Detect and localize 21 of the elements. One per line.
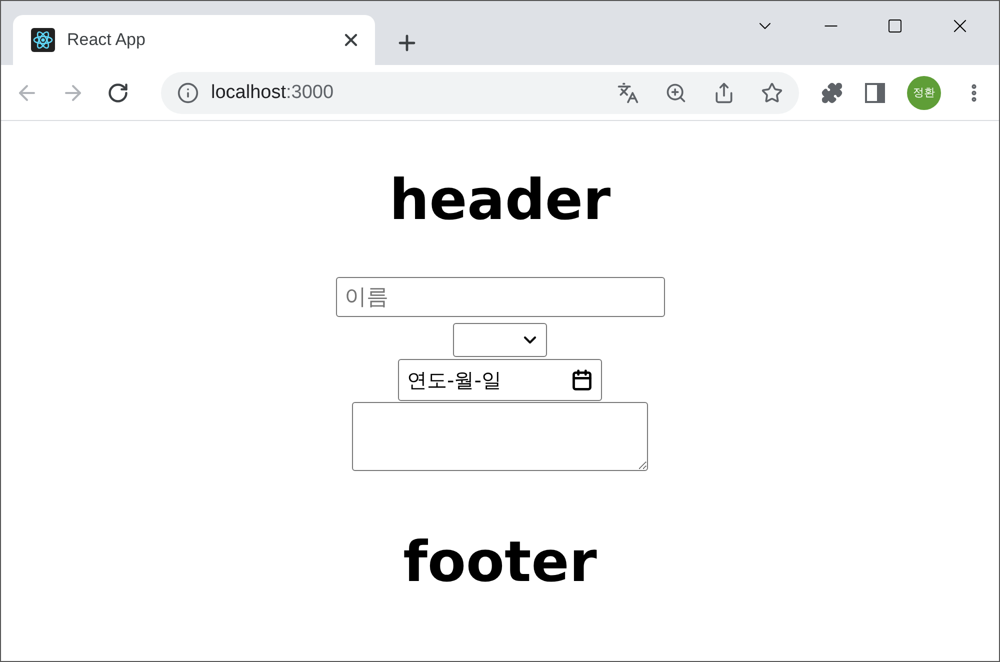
maximize-icon[interactable] bbox=[887, 18, 903, 34]
text-area[interactable] bbox=[352, 402, 648, 471]
name-field[interactable]: 이름 bbox=[336, 277, 664, 317]
star-icon[interactable] bbox=[761, 82, 783, 104]
puzzle-icon[interactable] bbox=[821, 82, 843, 104]
reload-icon[interactable] bbox=[107, 82, 129, 104]
url-text: localhost:3000 bbox=[211, 82, 335, 104]
date-field[interactable]: 연도-월-일 bbox=[398, 359, 602, 401]
share-icon[interactable] bbox=[713, 82, 735, 104]
translate-icon[interactable] bbox=[617, 82, 639, 104]
address-bar[interactable]: localhost:3000 bbox=[161, 72, 799, 114]
zoom-icon[interactable] bbox=[665, 82, 687, 104]
info-icon bbox=[177, 82, 199, 104]
page-footer: footer bbox=[403, 535, 597, 591]
page-heading: header bbox=[389, 173, 611, 229]
browser-tab[interactable]: React App bbox=[13, 15, 375, 65]
select-field[interactable] bbox=[453, 323, 547, 357]
atom-icon bbox=[31, 28, 55, 52]
tab-title: React App bbox=[67, 30, 146, 50]
side-panel-icon[interactable] bbox=[865, 82, 885, 102]
calendar-icon[interactable] bbox=[571, 369, 593, 391]
